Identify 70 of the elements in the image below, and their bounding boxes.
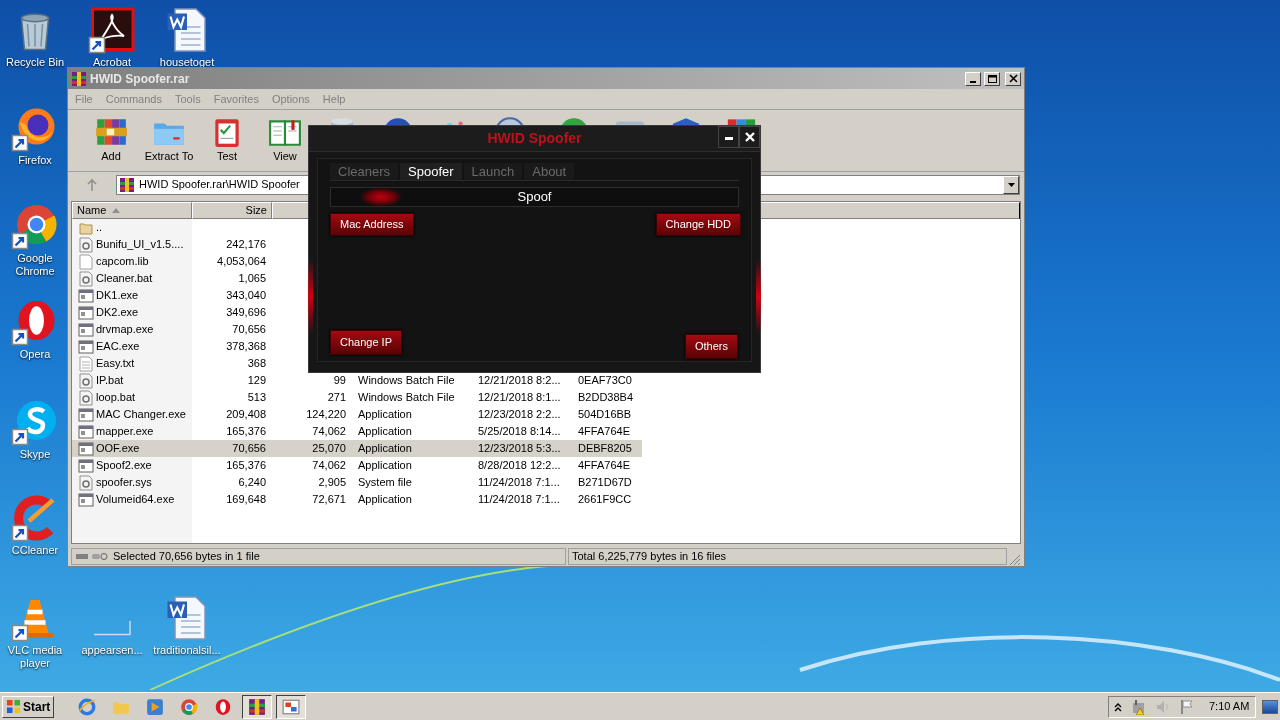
- file-name: capcom.lib: [96, 254, 149, 270]
- table-cell-text: 165,376: [226, 424, 266, 440]
- file-name: loop.bat: [96, 390, 136, 406]
- table-cell-text: 124,220: [306, 407, 346, 423]
- file-name: MAC Changer.exe: [96, 407, 186, 423]
- file-name: DK1.exe: [96, 288, 139, 304]
- table-cell-text: 70,656: [232, 322, 266, 338]
- table-cell-text: 209,408: [226, 407, 266, 423]
- file-name: mapper.exe: [96, 424, 154, 440]
- file-name: Volumeid64.exe: [96, 492, 175, 508]
- table-cell-text: 5/25/2018 8:14...: [478, 424, 561, 440]
- table-cell-text: System file: [358, 475, 412, 491]
- table-cell-text: 165,376: [226, 458, 266, 474]
- table-cell-text: 368: [247, 356, 266, 372]
- file-name: EAC.exe: [96, 339, 140, 355]
- table-cell-text: 4FFA764E: [578, 458, 630, 474]
- table-cell-text: 8/28/2018 12:2...: [478, 458, 561, 474]
- table-cell-text: 271: [327, 390, 346, 406]
- table-cell-text: 0EAF73C0: [578, 373, 632, 389]
- table-cell-text: 242,176: [226, 237, 266, 253]
- table-cell-text: 6,240: [238, 475, 266, 491]
- file-name: Bunifu_UI_v1.5....: [96, 237, 184, 253]
- table-cell-text: 1,065: [238, 271, 266, 287]
- file-name: spoofer.sys: [96, 475, 152, 491]
- file-name: OOF.exe: [96, 441, 140, 457]
- table-cell-text: 12/23/2018 2:2...: [478, 407, 561, 423]
- table-cell-text: 513: [247, 390, 266, 406]
- table-cell-text: 349,696: [226, 305, 266, 321]
- table-cell-text: 11/24/2018 7:1...: [478, 492, 560, 508]
- file-name: Easy.txt: [96, 356, 135, 372]
- table-cell-text: B271D67D: [578, 475, 632, 491]
- table-cell-text: Windows Batch File: [358, 390, 455, 406]
- table-cell-text: 504D16BB: [578, 407, 632, 423]
- table-cell-text: 99: [333, 373, 346, 389]
- table-cell-text: Windows Batch File: [358, 373, 455, 389]
- status-text: Total 6,225,779 bytes in 16 files: [572, 548, 727, 564]
- table-cell-text: DEBF8205: [578, 441, 632, 457]
- status-text: Selected 70,656 bytes in 1 file: [113, 548, 260, 564]
- table-cell-text: Application: [358, 441, 412, 457]
- table-cell-text: 12/21/2018 8:1...: [478, 390, 561, 406]
- table-cell-text: 2661F9CC: [578, 492, 632, 508]
- table-cell-text: Application: [358, 407, 412, 423]
- table-cell-text: 4FFA764E: [578, 424, 630, 440]
- table-cell-text: 12/23/2018 5:3...: [478, 441, 561, 457]
- file-name: ..: [96, 220, 103, 236]
- table-cell-text: Application: [358, 424, 412, 440]
- table-cell-text: Application: [358, 458, 412, 474]
- table-cell-text: 4,053,064: [217, 254, 266, 270]
- table-cell-text: 74,062: [312, 458, 346, 474]
- file-name: DK2.exe: [96, 305, 139, 321]
- file-name: drvmap.exe: [96, 322, 154, 338]
- table-cell-text: 2,905: [318, 475, 346, 491]
- table-cell-text: 169,648: [226, 492, 266, 508]
- table-cell-text: B2DD38B4: [578, 390, 634, 406]
- file-name: Cleaner.bat: [96, 271, 153, 287]
- table-cell-text: 70,656: [232, 441, 266, 457]
- table-cell-text: 74,062: [312, 424, 346, 440]
- table-cell-text: Application: [358, 492, 412, 508]
- table-cell-text: 129: [247, 373, 266, 389]
- window-title: HWID Spoofer.rar: [90, 70, 190, 88]
- window-title: HWID Spoofer: [487, 129, 582, 148]
- table-cell-text: 11/24/2018 7:1...: [478, 475, 560, 491]
- table-cell-text: 72,671: [312, 492, 346, 508]
- table-cell-text: 343,040: [226, 288, 266, 304]
- file-name: IP.bat: [96, 373, 124, 389]
- table-cell-text: 378,368: [226, 339, 266, 355]
- table-cell-text: 25,070: [312, 441, 346, 457]
- table-cell-text: 12/21/2018 8:2...: [478, 373, 561, 389]
- file-name: Spoof2.exe: [96, 458, 152, 474]
- spoof-bar: Spoof: [330, 187, 739, 207]
